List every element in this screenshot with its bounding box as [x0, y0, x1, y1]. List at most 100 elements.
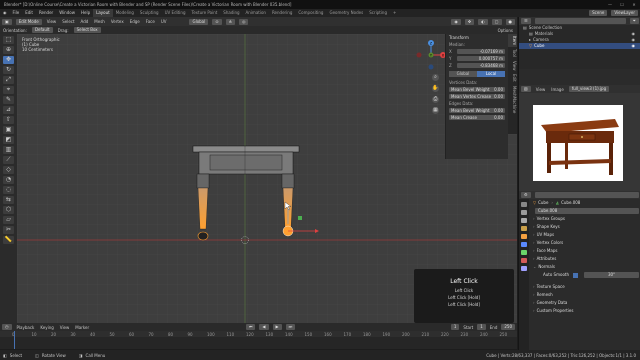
section-vertex-groups[interactable]: › Vertex Groups [529, 215, 640, 223]
add-workspace-button[interactable]: + [390, 9, 399, 17]
filter-icon[interactable]: ⏷ [629, 18, 639, 24]
median-x-field[interactable]: -0.07169 m [457, 49, 505, 54]
image-name-field[interactable]: full_view3 (1).jpg [568, 86, 610, 92]
material-props-icon[interactable] [521, 258, 527, 263]
timeline-area[interactable]: 0102030405060708090100110120130140150160… [0, 331, 517, 349]
mean-vertex-crease-field[interactable]: Mean Vertex Crease 0.00 [449, 94, 505, 99]
maximize-button[interactable]: ☐ [616, 0, 628, 9]
section-uv-maps[interactable]: › UV Maps [529, 231, 640, 239]
overlay-toggle-icon[interactable]: ◐ [478, 18, 488, 25]
local-toggle[interactable]: Local [477, 71, 505, 77]
tab-view[interactable]: View [508, 59, 517, 73]
menu-edge[interactable]: Edge [127, 19, 143, 24]
section-face-maps[interactable]: › Face Maps [529, 247, 640, 255]
tab-texture-paint[interactable]: Texture Paint [188, 9, 220, 17]
editor-type-icon[interactable]: ▣ [2, 18, 12, 25]
knife-icon[interactable]: ⟋ [3, 156, 14, 164]
shrink-fatten-icon[interactable]: ⬡ [3, 206, 14, 214]
measure-icon[interactable]: ⊿ [3, 106, 14, 114]
auto-smooth-checkbox[interactable] [573, 272, 578, 278]
tab-modeling[interactable]: Modeling [113, 9, 137, 17]
end-frame-field[interactable]: 250 [501, 324, 515, 330]
visibility-icon[interactable]: ◉ [451, 18, 461, 25]
camera-view-icon[interactable]: ⎙ [432, 96, 439, 103]
section-attributes[interactable]: › Attributes [529, 255, 640, 263]
proportional-edit-icon[interactable]: ◎ [238, 18, 249, 25]
menu-render[interactable]: Render [36, 9, 56, 17]
modifier-props-icon[interactable] [521, 242, 527, 247]
menu-marker[interactable]: Marker [72, 325, 92, 330]
menu-add[interactable]: Add [78, 19, 92, 24]
pivot-icon[interactable]: ⊙ [212, 18, 222, 25]
mean-bevel-weight-field[interactable]: Mean Bevel Weight 0.00 [449, 87, 505, 92]
zoom-icon[interactable]: ⌕ [432, 74, 439, 81]
select-box-icon[interactable]: ⬚ [3, 36, 14, 44]
menu-uv[interactable]: UV [158, 19, 170, 24]
image-editor[interactable] [519, 93, 640, 191]
outliner-editor-icon[interactable]: ☰ [521, 18, 531, 24]
mode-selector[interactable]: Edit Mode [15, 18, 42, 25]
rip-icon[interactable]: ✂ [3, 226, 14, 234]
view-layer-selector[interactable]: ViewLayer [611, 10, 638, 16]
jump-start-icon[interactable]: ⏮ [245, 324, 256, 330]
edge-slide-icon[interactable]: ⇆ [3, 196, 14, 204]
close-button[interactable]: ✕ [628, 0, 640, 9]
mean-crease-field[interactable]: Mean Crease 0.00 [449, 115, 505, 120]
tab-layout[interactable]: Layout [93, 9, 113, 17]
tab-tool[interactable]: Tool [508, 47, 517, 59]
section-geometry-data[interactable]: › Geometry Data [529, 299, 640, 307]
poly-build-icon[interactable]: ◇ [3, 166, 14, 174]
move-icon[interactable]: ✥ [3, 56, 14, 64]
options-menu[interactable]: Options [494, 28, 517, 33]
menu-window[interactable]: Window [56, 9, 78, 17]
mean-edge-bevel-weight-field[interactable]: Mean Bevel Weight 0.00 [449, 108, 505, 113]
menu-image-view[interactable]: View [533, 87, 549, 92]
render-props-icon[interactable] [521, 210, 527, 215]
extrude-icon[interactable]: ⇧ [3, 116, 14, 124]
gizmo-toggle-icon[interactable]: ✥ [464, 18, 475, 25]
menu-playback[interactable]: Playback [14, 325, 38, 330]
menu-view[interactable]: View [44, 19, 60, 24]
jump-end-icon[interactable]: ⏭ [285, 324, 296, 330]
minimize-button[interactable]: — [604, 0, 616, 9]
properties-editor-icon[interactable]: ⚙ [521, 192, 531, 198]
section-custom-properties[interactable]: › Custom Properties [529, 307, 640, 315]
auto-smooth-angle-field[interactable]: 30° [584, 272, 639, 278]
object-props-icon[interactable] [521, 234, 527, 239]
tab-geometry-nodes[interactable]: Geometry Nodes [326, 9, 366, 17]
properties-search[interactable] [534, 192, 639, 198]
global-toggle[interactable]: Global [449, 71, 477, 77]
timeline-editor-icon[interactable]: ◷ [2, 324, 12, 330]
tab-animation[interactable]: Animation [243, 9, 269, 17]
menu-timeline-view[interactable]: View [57, 325, 73, 330]
menu-file[interactable]: File [10, 9, 23, 17]
transform-icon[interactable]: ⌖ [3, 86, 14, 94]
menu-image[interactable]: Image [548, 87, 567, 92]
tab-compositing[interactable]: Compositing [295, 9, 326, 17]
menu-vertex[interactable]: Vertex [108, 19, 127, 24]
tab-uv-editing[interactable]: UV Editing [162, 9, 189, 17]
tab-item[interactable]: Item [508, 34, 517, 48]
drag-selector[interactable]: Select Box [73, 27, 101, 33]
cursor-icon[interactable]: ⊕ [3, 46, 14, 54]
rotate-icon[interactable]: ↻ [3, 66, 14, 74]
perspective-toggle-icon[interactable]: ▦ [432, 107, 439, 114]
shear-icon[interactable]: ▱ [3, 216, 14, 224]
playhead[interactable] [14, 331, 15, 349]
section-normals[interactable]: ⌄ Normals [529, 263, 640, 271]
shading-solid-icon[interactable]: ● [505, 18, 515, 25]
transform-orientation-selector[interactable]: Global [189, 18, 209, 25]
tab-rendering[interactable]: Rendering [269, 9, 295, 17]
bevel-icon[interactable]: ◩ [3, 136, 14, 144]
loop-cut-icon[interactable]: ▥ [3, 146, 14, 154]
tab-sculpting[interactable]: Sculpting [137, 9, 162, 17]
outliner-row-cube[interactable]: ▽ Cube ◉ [519, 43, 640, 49]
outliner-search[interactable] [534, 18, 626, 24]
section-remesh[interactable]: › Remesh [529, 291, 640, 299]
transform-panel-header[interactable]: Transform [446, 34, 508, 41]
snap-icon[interactable]: ⋔ [225, 18, 235, 25]
play-reverse-icon[interactable]: ◀ [259, 324, 269, 330]
menu-edit[interactable]: Edit [22, 9, 36, 17]
menu-help[interactable]: Help [78, 9, 93, 17]
ruler-icon[interactable]: 📏 [3, 236, 14, 244]
